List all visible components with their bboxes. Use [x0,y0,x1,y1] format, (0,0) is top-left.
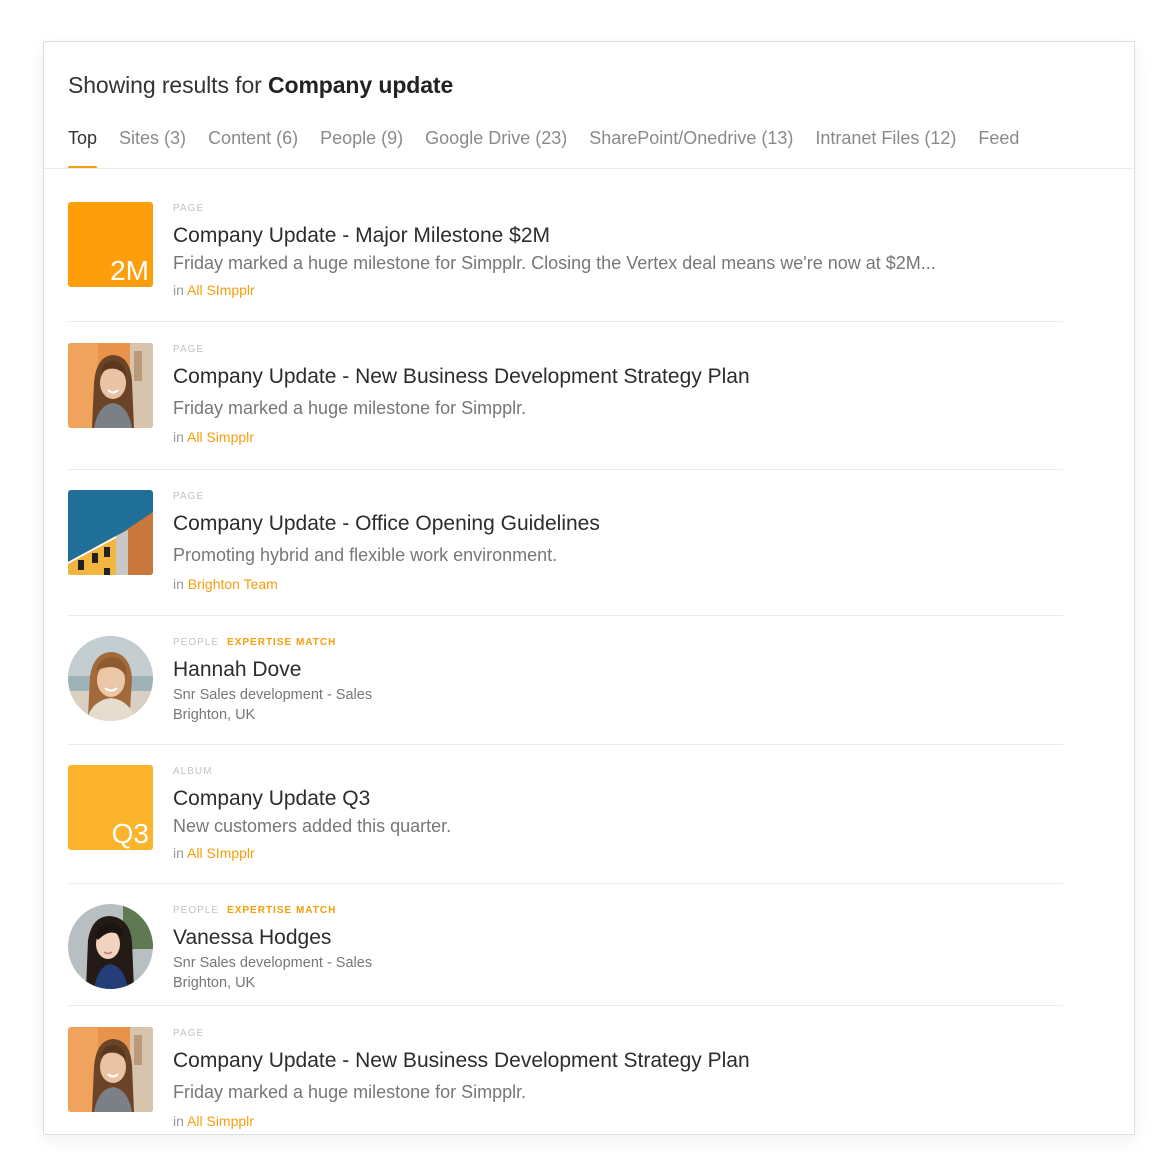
result-location: in All Simpplr [173,428,1063,446]
tabs-divider [44,168,1134,169]
result-type: PEOPLE EXPERTISE MATCH [173,904,1063,917]
result-divider [68,321,1063,322]
person-avatar[interactable] [68,904,153,989]
result-divider [68,744,1063,745]
heading-prefix: Showing results for [68,72,268,98]
result-type: ALBUM [173,765,1063,778]
expertise-match-badge: EXPERTISE MATCH [227,637,337,648]
result-type: PAGE [173,343,1063,356]
result-thumbnail-photo[interactable] [68,343,153,428]
person-name-link[interactable]: Vanessa Hodges [173,925,1063,951]
result-title-link[interactable]: Company Update - New Business Developmen… [173,364,1063,390]
type-label: PAGE [173,344,205,355]
result-description: Friday marked a huge milestone for Simpp… [173,398,527,418]
result-location: in All SImpplr [173,844,1063,862]
hannah-avatar-image [68,636,153,721]
result-title-link[interactable]: Company Update - New Business Developmen… [173,1048,1063,1074]
woman-portrait-image [68,1027,153,1112]
tab-sites[interactable]: Sites (3) [119,128,186,169]
tile-label: 2M [110,255,149,286]
site-link[interactable]: All SImpplr [187,845,255,861]
in-label: in [173,1113,188,1129]
tab-top[interactable]: Top [68,128,98,169]
type-label: PEOPLE [173,905,220,916]
site-link[interactable]: Brighton Team [188,576,278,592]
result-divider [68,469,1063,470]
type-label: PEOPLE [173,637,220,648]
result-thumbnail-tile[interactable]: 2M [68,202,153,287]
woman-portrait-image [68,343,153,428]
expertise-match-badge: EXPERTISE MATCH [227,905,337,916]
in-label: in [173,845,188,861]
result-description: Friday marked a huge milestone for Simpp… [173,253,936,273]
tab-google-drive[interactable]: Google Drive (23) [425,128,567,169]
type-label: PAGE [173,1028,205,1039]
vanessa-avatar-image [68,904,153,989]
result-description: New customers added this quarter. [173,816,452,836]
result-divider [68,615,1063,616]
tab-intranet-files[interactable]: Intranet Files (12) [815,128,956,169]
person-location: Brighton, UK [173,975,256,991]
in-label: in [173,429,188,445]
in-label: in [173,282,188,298]
result-thumbnail-tile[interactable]: Q3 [68,765,153,850]
result-divider [68,1005,1063,1006]
result-title-link[interactable]: Company Update - Major Milestone $2M [173,223,1063,249]
results-tabs: Top Sites (3) Content (6) People (9) Goo… [68,128,1041,169]
person-location: Brighton, UK [173,707,256,723]
tab-people[interactable]: People (9) [320,128,403,169]
result-title-link[interactable]: Company Update - Office Opening Guidelin… [173,511,1063,537]
building-image [68,490,153,575]
result-description: Promoting hybrid and flexible work envir… [173,545,558,565]
result-description: Friday marked a huge milestone for Simpp… [173,1082,527,1102]
site-link[interactable]: All Simpplr [187,1113,254,1129]
site-link[interactable]: All SImpplr [187,282,255,298]
result-type: PEOPLE EXPERTISE MATCH [173,636,1063,649]
tab-content[interactable]: Content (6) [208,128,298,169]
type-label: PAGE [173,203,205,214]
result-divider [68,883,1063,884]
result-location: in Brighton Team [173,575,1063,593]
type-label: PAGE [173,491,205,502]
person-role: Snr Sales development - Sales [173,687,373,703]
person-name-link[interactable]: Hannah Dove [173,657,1063,683]
result-type: PAGE [173,490,1063,503]
results-heading: Showing results for Company update [68,72,453,99]
search-results-card: Showing results for Company update Top S… [43,41,1135,1135]
site-link[interactable]: All Simpplr [187,429,254,445]
person-role: Snr Sales development - Sales [173,955,373,971]
result-location: in All SImpplr [173,281,1063,299]
result-type: PAGE [173,202,1063,215]
tile-label: Q3 [111,818,149,849]
tab-sharepoint-onedrive[interactable]: SharePoint/Onedrive (13) [589,128,793,169]
result-type: PAGE [173,1027,1063,1040]
person-avatar[interactable] [68,636,153,721]
in-label: in [173,576,188,592]
search-query: Company update [267,72,454,98]
type-label: ALBUM [173,766,213,777]
tab-feed[interactable]: Feed [978,128,1019,169]
result-location: in All Simpplr [173,1112,1063,1130]
result-title-link[interactable]: Company Update Q3 [173,786,1063,812]
result-thumbnail-photo[interactable] [68,1027,153,1112]
result-thumbnail-photo[interactable] [68,490,153,575]
